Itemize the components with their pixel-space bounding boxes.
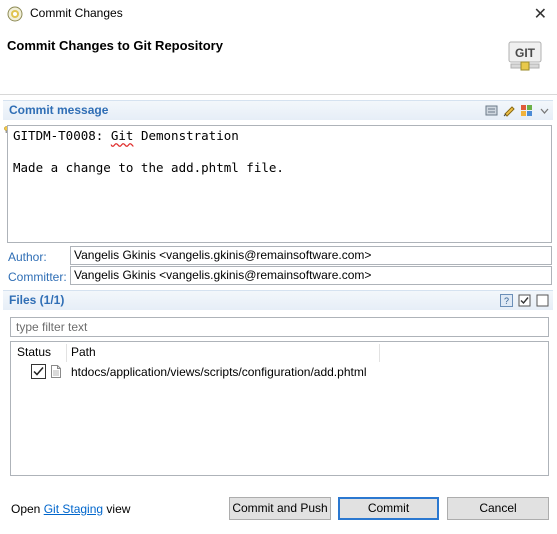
files-table: Status Path htdocs/application/views/scr…	[10, 341, 549, 476]
open-staging-text: Open Git Staging view	[11, 502, 131, 516]
column-header-status[interactable]: Status	[17, 345, 51, 359]
check-all-icon[interactable]	[518, 294, 531, 307]
committer-field[interactable]: Vangelis Gkinis <vangelis.gkinis@remains…	[70, 266, 552, 285]
commit-message-line-2	[13, 144, 546, 160]
title-bar: Commit Changes ✕	[0, 0, 557, 28]
commit-message-line-1: GITDM-T0008: Git Demonstration	[13, 128, 239, 143]
checkmark-icon	[33, 367, 44, 376]
dialog-title: Commit Changes to Git Repository	[7, 38, 223, 53]
git-logo-icon: GIT	[508, 41, 542, 71]
committer-label: Committer:	[8, 270, 67, 284]
close-icon[interactable]: ✕	[534, 4, 547, 24]
window-title: Commit Changes	[30, 6, 123, 20]
chevron-down-icon[interactable]	[538, 104, 551, 117]
column-divider[interactable]	[66, 344, 67, 362]
svg-text:?: ?	[504, 296, 509, 306]
commit-message-input[interactable]: GITDM-T0008: Git Demonstration Made a ch…	[7, 125, 552, 243]
author-label: Author:	[8, 250, 47, 264]
show-untracked-icon[interactable]: ?	[500, 294, 513, 307]
commit-message-line-3: Made a change to the add.phtml file.	[13, 160, 284, 175]
cancel-button[interactable]: Cancel	[447, 497, 549, 520]
git-staging-link[interactable]: Git Staging	[44, 502, 103, 516]
file-icon	[51, 365, 61, 378]
column-header-path[interactable]: Path	[71, 345, 96, 359]
files-label: Files (1/1)	[9, 293, 65, 307]
commit-message-section-header: Commit message	[3, 100, 553, 120]
file-checkbox[interactable]	[31, 364, 46, 379]
misspelled-word: Git	[110, 128, 134, 143]
column-divider[interactable]	[379, 344, 380, 362]
commit-message-label: Commit message	[9, 103, 109, 117]
git-logo-text: GIT	[515, 46, 536, 60]
uncheck-all-icon[interactable]	[536, 294, 549, 307]
files-section-header: Files (1/1) ?	[3, 290, 553, 310]
file-path: htdocs/application/views/scripts/configu…	[71, 365, 367, 379]
sign-off-icon[interactable]	[503, 104, 516, 117]
commit-button[interactable]: Commit	[338, 497, 439, 520]
filter-input[interactable]: type filter text	[10, 317, 549, 337]
author-field[interactable]: Vangelis Gkinis <vangelis.gkinis@remains…	[70, 246, 552, 265]
eclipse-icon	[7, 6, 23, 22]
gerrit-icon[interactable]	[485, 104, 498, 117]
dialog-header: Commit Changes to Git Repository GIT	[0, 28, 557, 95]
amend-icon[interactable]	[520, 104, 533, 117]
commit-and-push-button[interactable]: Commit and Push	[229, 497, 331, 520]
